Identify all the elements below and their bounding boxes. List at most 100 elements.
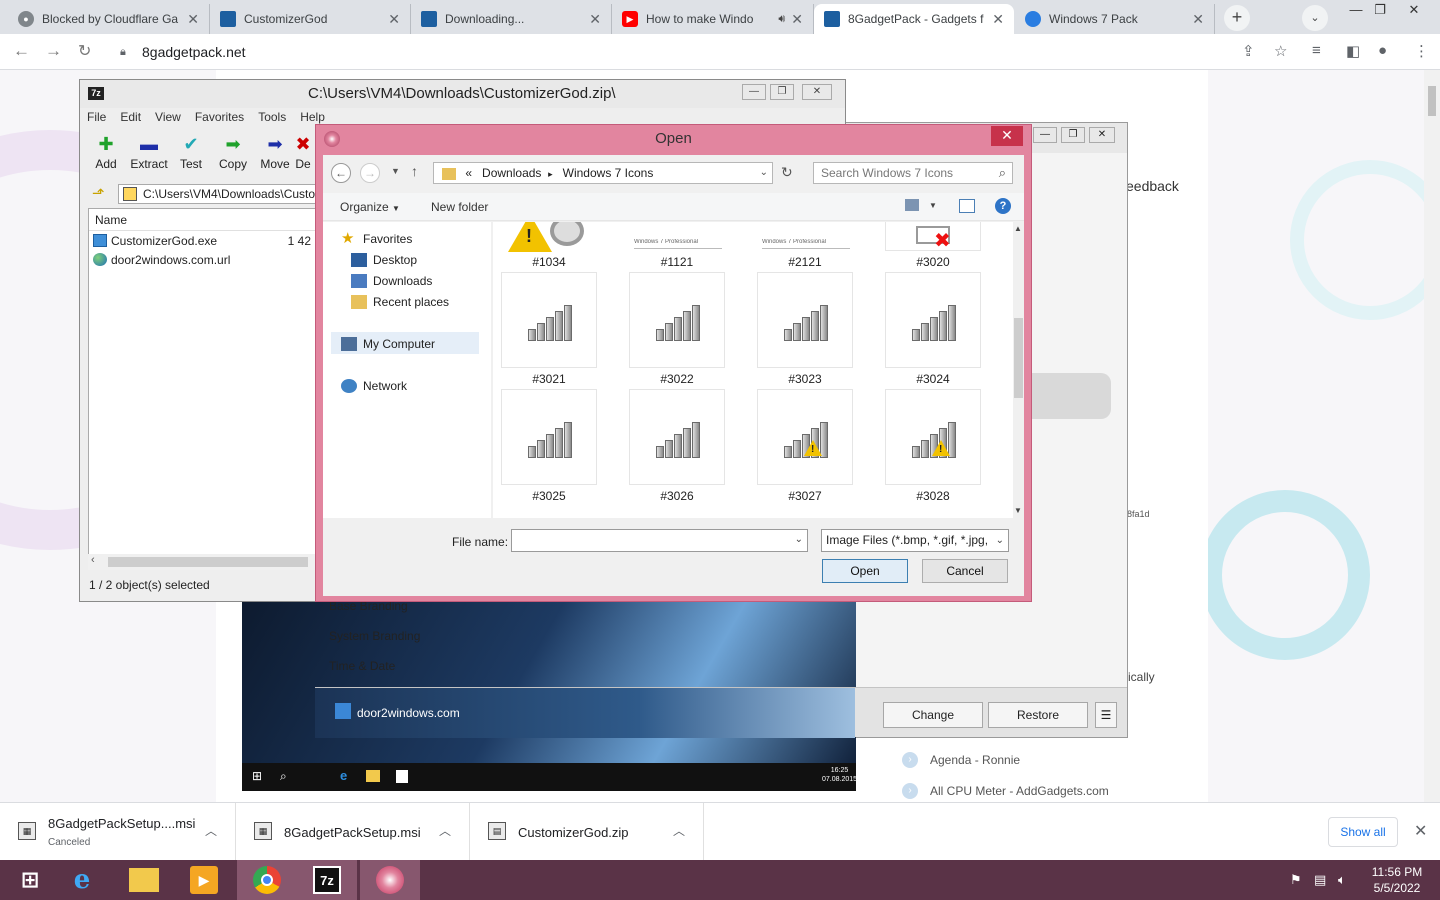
tab-customizergod[interactable]: CustomizerGod ✕: [210, 4, 411, 34]
file-tile[interactable]: Windows 7 Professional #1121: [629, 222, 725, 269]
dialog-close-button[interactable]: ✕: [991, 126, 1023, 146]
reading-list-icon[interactable]: ≡: [1312, 42, 1321, 59]
7zip-minimize-button[interactable]: —: [742, 84, 766, 100]
chevron-down-icon[interactable]: ⌄: [795, 534, 803, 545]
side-panel-icon[interactable]: ◧: [1346, 42, 1360, 60]
taskbar-7zip[interactable]: 7z: [297, 860, 357, 900]
folder-up-icon[interactable]: ⬏: [92, 184, 105, 202]
list-item[interactable]: door2windows.com.url: [89, 250, 315, 269]
tab-8gadgetpack[interactable]: 8GadgetPack - Gadgets f ✕: [814, 4, 1014, 34]
download-item[interactable]: ▤ CustomizerGod.zip ︿: [470, 803, 704, 861]
up-folder-icon[interactable]: ↑: [411, 163, 418, 179]
file-tile[interactable]: #3026: [629, 389, 725, 503]
audio-playing-icon[interactable]: 🔊︎: [778, 13, 785, 26]
search-input[interactable]: Search Windows 7 Icons ⌕: [813, 162, 1013, 184]
network-tray-icon[interactable]: ▤: [1314, 872, 1326, 888]
bookmark-star-icon[interactable]: ☆: [1274, 42, 1287, 60]
cg-maximize-button[interactable]: ❐: [1061, 127, 1085, 143]
scroll-thumb[interactable]: [108, 557, 308, 567]
menu-help[interactable]: Help: [293, 110, 332, 124]
copy-button[interactable]: ➡ Copy: [211, 135, 255, 171]
file-name-input[interactable]: ⌄: [511, 529, 808, 552]
breadcrumb-windows7icons[interactable]: Windows 7 Icons: [563, 166, 654, 180]
nav-desktop[interactable]: Desktop: [351, 253, 417, 267]
cancel-button[interactable]: Cancel: [922, 559, 1008, 583]
file-tile[interactable]: #3025: [501, 389, 597, 503]
taskbar-clock[interactable]: 11:56 PM 5/5/2022: [1364, 864, 1430, 896]
volume-icon[interactable]: 🔈︎: [1338, 872, 1346, 888]
file-tile[interactable]: ! #3028: [885, 389, 981, 503]
menu-tools[interactable]: Tools: [251, 110, 293, 124]
view-options-icon[interactable]: [905, 199, 919, 211]
menu-favorites[interactable]: Favorites: [188, 110, 251, 124]
chevron-up-icon[interactable]: ︿: [439, 822, 451, 839]
chrome-menu-icon[interactable]: ⋮: [1414, 42, 1429, 60]
tab-youtube[interactable]: ▶ How to make Windo 🔊︎ ✕: [612, 4, 814, 34]
test-button[interactable]: ✔ Test: [169, 135, 213, 171]
menu-button[interactable]: ☰: [1095, 702, 1117, 728]
restore-button[interactable]: ❐: [1364, 0, 1396, 22]
address-bar[interactable]: 🔒︎ 8gadgetpack.net: [110, 38, 1290, 66]
close-tab-icon[interactable]: ✕: [589, 11, 601, 28]
menu-file[interactable]: File: [80, 110, 113, 124]
cg-close-button[interactable]: ✕: [1089, 127, 1115, 143]
gadget-item[interactable]: › All CPU Meter - AddGadgets.com: [902, 783, 1109, 799]
reload-button[interactable]: ↻: [78, 41, 91, 61]
menu-view[interactable]: View: [148, 110, 188, 124]
scroll-up-icon[interactable]: ▲: [1014, 224, 1022, 233]
forward-button[interactable]: →: [360, 163, 380, 183]
download-item[interactable]: ▦ 8GadgetPackSetup....msi Canceled ︿: [0, 803, 236, 861]
tab-downloading[interactable]: Downloading... ✕: [411, 4, 612, 34]
file-tile[interactable]: ! #1034: [501, 222, 597, 269]
profile-icon[interactable]: ●: [1378, 42, 1387, 59]
file-tile[interactable]: #3023: [757, 272, 853, 386]
column-header-name[interactable]: Name: [89, 209, 315, 231]
nav-downloads[interactable]: Downloads: [351, 274, 432, 288]
start-button[interactable]: ⊞: [0, 860, 60, 900]
close-icon[interactable]: ✕: [1414, 821, 1427, 841]
download-item[interactable]: ▦ 8GadgetPackSetup.msi ︿: [236, 803, 470, 861]
chevron-up-icon[interactable]: ︿: [673, 822, 685, 839]
file-tile[interactable]: #3022: [629, 272, 725, 386]
action-center-icon[interactable]: ⚑: [1290, 872, 1302, 888]
gadget-item[interactable]: › Agenda - Ronnie: [902, 752, 1020, 768]
7zip-close-button[interactable]: ✕: [802, 84, 832, 100]
sidebar-item-system-branding[interactable]: System Branding: [329, 629, 420, 643]
close-tab-icon[interactable]: ✕: [992, 11, 1004, 28]
organize-button[interactable]: Organize ▼: [340, 200, 400, 214]
taskbar-customizergod[interactable]: [360, 860, 420, 900]
close-tab-icon[interactable]: ✕: [791, 11, 803, 28]
file-tile[interactable]: #3021: [501, 272, 597, 386]
chevron-up-icon[interactable]: ︿: [205, 822, 217, 839]
file-grid-scrollbar[interactable]: ▲ ▼: [1013, 222, 1024, 518]
help-icon[interactable]: ?: [995, 198, 1011, 214]
new-tab-button[interactable]: +: [1224, 5, 1250, 31]
add-button[interactable]: ✚ Add: [84, 135, 128, 171]
share-icon[interactable]: ⇪: [1242, 42, 1255, 60]
door2windows-link[interactable]: door2windows.com: [357, 706, 460, 720]
file-tile[interactable]: ✖ #3020: [885, 222, 981, 269]
taskbar-chrome[interactable]: [237, 860, 297, 900]
extract-button[interactable]: ▬ Extract: [127, 135, 171, 171]
7zip-maximize-button[interactable]: ❐: [770, 84, 794, 100]
7zip-hscrollbar[interactable]: ‹: [88, 554, 316, 570]
scroll-left-icon[interactable]: ‹: [91, 554, 95, 566]
show-all-button[interactable]: Show all: [1328, 817, 1398, 847]
nav-recent-places[interactable]: Recent places: [351, 295, 449, 309]
forward-button[interactable]: →: [45, 41, 62, 61]
close-window-button[interactable]: ✕: [1398, 0, 1430, 22]
tab-search-button[interactable]: ⌄: [1302, 5, 1328, 31]
feedback-link[interactable]: eedback: [1126, 178, 1179, 194]
restore-button[interactable]: Restore: [988, 702, 1088, 728]
nav-favorites[interactable]: ★ Favorites: [341, 231, 412, 246]
list-item[interactable]: CustomizerGod.exe 1 42: [89, 231, 315, 250]
breadcrumb-downloads[interactable]: Downloads: [482, 166, 541, 180]
tab-cloudflare[interactable]: ● Blocked by Cloudflare Ga ✕: [8, 4, 210, 34]
scroll-thumb[interactable]: [1014, 318, 1023, 398]
file-tile[interactable]: ! #3027: [757, 389, 853, 503]
close-tab-icon[interactable]: ✕: [187, 11, 199, 28]
chevron-down-icon[interactable]: ⌄: [993, 530, 1004, 551]
file-tile[interactable]: #3024: [885, 272, 981, 386]
close-tab-icon[interactable]: ✕: [388, 11, 400, 28]
tab-windows7pack[interactable]: Windows 7 Pack ✕: [1015, 4, 1215, 34]
